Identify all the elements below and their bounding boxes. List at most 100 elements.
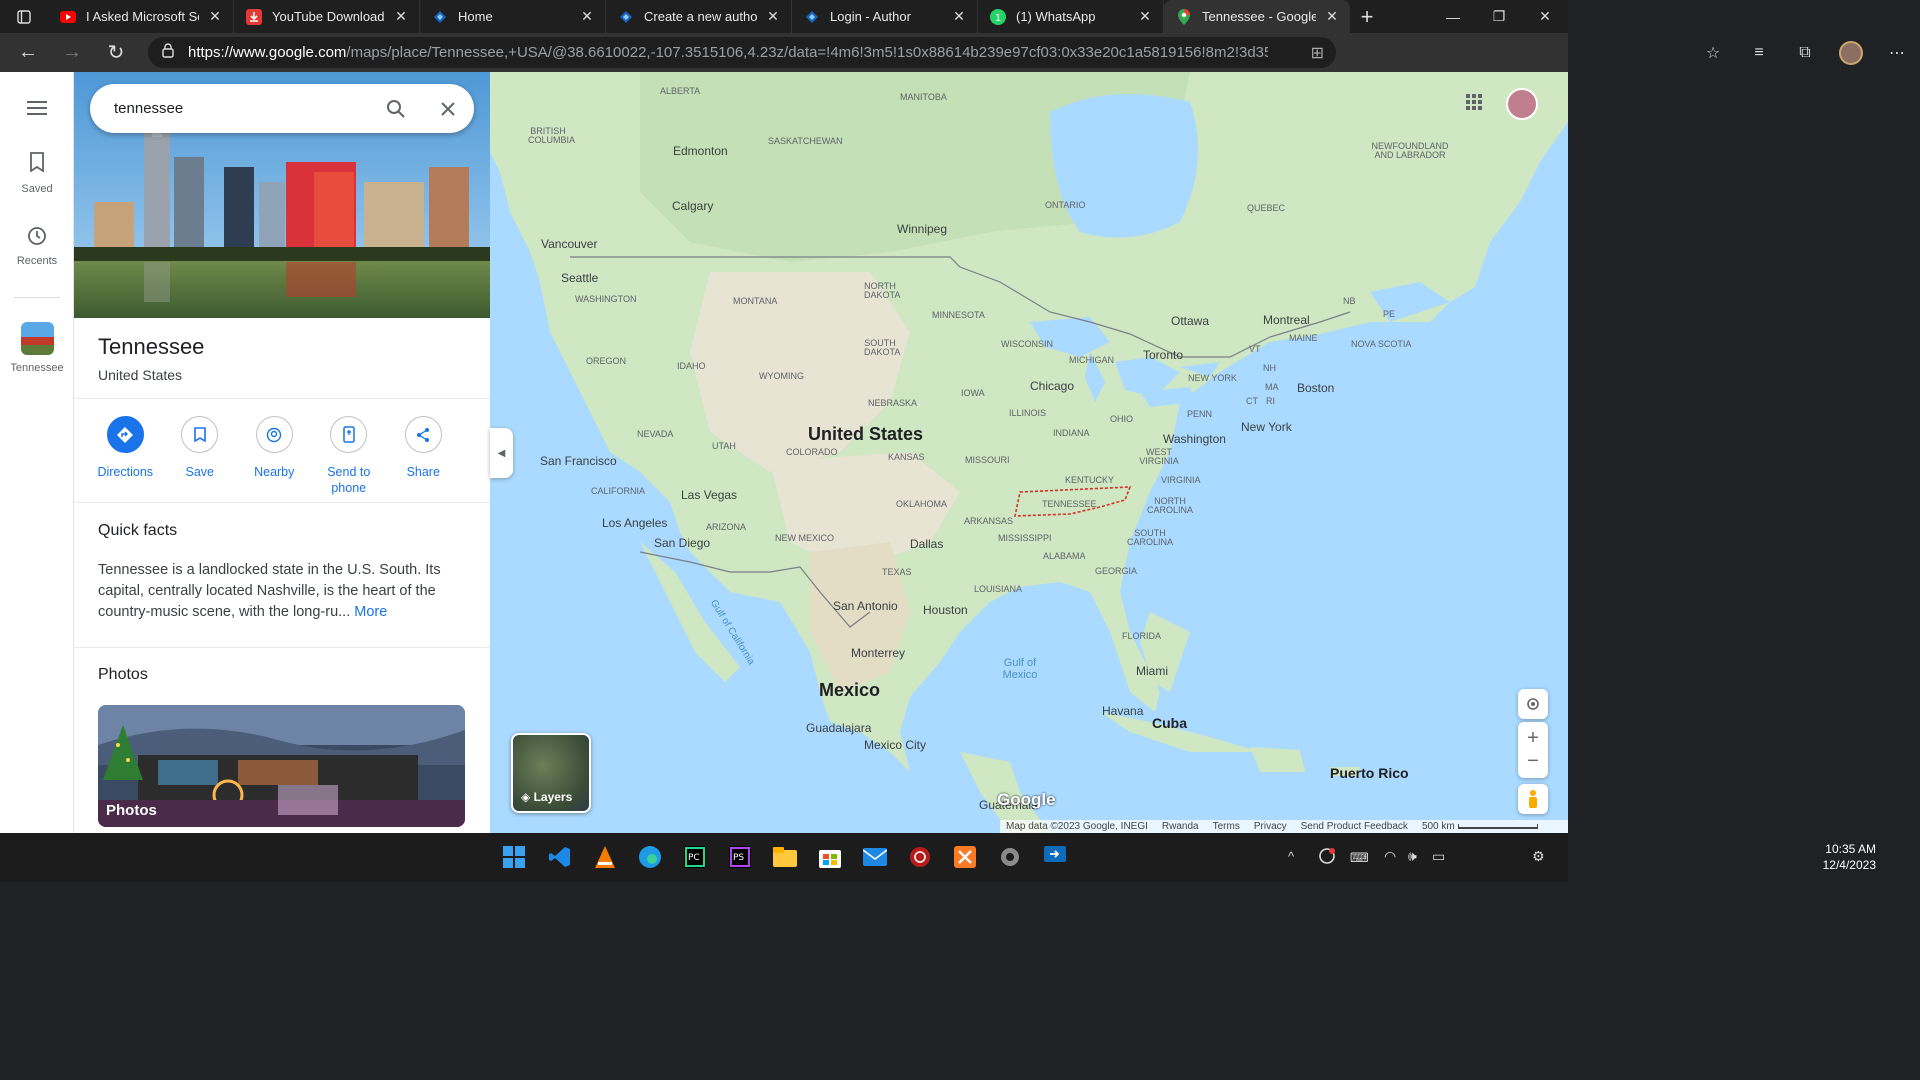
- map-data-credit: Map data ©2023 Google, INEGI: [1006, 821, 1148, 832]
- save-button[interactable]: Save: [163, 416, 238, 496]
- tab-close-icon[interactable]: ✕: [1137, 8, 1153, 25]
- map-label-city: Dallas: [910, 537, 944, 551]
- youtube-icon: [60, 9, 76, 25]
- windows-start-icon[interactable]: [500, 843, 528, 871]
- photos-thumbnail[interactable]: Photos: [98, 705, 465, 827]
- keyboard-icon[interactable]: ⌨: [1350, 850, 1369, 866]
- feedback-link[interactable]: Send Product Feedback: [1301, 821, 1408, 832]
- volume-icon[interactable]: 🕪: [1408, 848, 1417, 865]
- map-label-province: INDIANA: [1053, 428, 1090, 438]
- refresh-icon[interactable]: ↻: [94, 33, 138, 72]
- tab-close-icon[interactable]: ✕: [393, 8, 409, 25]
- recent-place-tennessee[interactable]: Tennessee: [0, 322, 74, 374]
- map-label-province: IOWA: [961, 388, 985, 398]
- favorites-icon[interactable]: ≡: [1736, 33, 1782, 72]
- clear-search-icon[interactable]: [422, 84, 474, 133]
- directions-icon: [106, 416, 144, 453]
- tab-whatsapp[interactable]: 1 (1) WhatsApp ✕: [978, 0, 1164, 33]
- sync-icon[interactable]: [1318, 847, 1336, 870]
- map-label-city: Mexico City: [864, 738, 927, 752]
- map-canvas[interactable]: United States Mexico Cuba Puerto Rico Gu…: [490, 72, 1568, 833]
- hamburger-icon[interactable]: [0, 100, 74, 119]
- tab-close-icon[interactable]: ✕: [579, 8, 595, 25]
- my-location-icon[interactable]: [1518, 689, 1548, 719]
- settings-gear-icon[interactable]: [996, 843, 1024, 871]
- search-box[interactable]: tennessee: [90, 84, 474, 133]
- region-link[interactable]: Rwanda: [1162, 821, 1199, 832]
- directions-button[interactable]: Directions: [88, 416, 163, 496]
- pycharm-icon[interactable]: PC: [681, 843, 709, 871]
- profile-avatar[interactable]: [1828, 33, 1874, 72]
- tab-close-icon[interactable]: ✕: [951, 8, 967, 25]
- tab-close-icon[interactable]: ✕: [765, 8, 781, 25]
- share-button[interactable]: Share: [386, 416, 461, 496]
- map-terrain: [490, 72, 1568, 833]
- tab-youtube-downloader[interactable]: YouTube Downloader ✕: [234, 0, 420, 33]
- map-label-province: MANITOBA: [900, 92, 947, 102]
- recents-button[interactable]: Recents: [0, 226, 74, 267]
- send-to-phone-button[interactable]: Send to phone: [312, 416, 387, 496]
- layers-icon: ◈: [521, 790, 531, 804]
- layers-button[interactable]: ◈ Layers: [511, 733, 591, 813]
- tab-label: I Asked Microsoft Soft: [86, 9, 199, 24]
- mail-icon[interactable]: [861, 843, 889, 871]
- app-available-icon[interactable]: ⊞: [1311, 43, 1324, 63]
- tab-login-author[interactable]: Login - Author ✕: [792, 0, 978, 33]
- settings-more-icon[interactable]: ⋯: [1874, 33, 1920, 72]
- search-icon[interactable]: [370, 84, 422, 133]
- zoom-in-icon[interactable]: +: [1527, 727, 1539, 750]
- tab-home[interactable]: Home ✕: [420, 0, 606, 33]
- zoom-out-icon[interactable]: −: [1527, 750, 1539, 773]
- tray-overflow-icon[interactable]: ^: [1288, 849, 1294, 864]
- map-label-province: NEBRASKA: [868, 398, 918, 408]
- google-logo: Google: [997, 790, 1056, 809]
- battery-icon[interactable]: ▭: [1432, 848, 1445, 865]
- account-avatar[interactable]: [1506, 88, 1538, 120]
- privacy-link[interactable]: Privacy: [1254, 821, 1287, 832]
- phpstorm-icon[interactable]: PS: [726, 843, 754, 871]
- map-label-province: WASHINGTON: [575, 294, 637, 304]
- restore-icon[interactable]: ❐: [1476, 0, 1522, 33]
- wifi-icon[interactable]: ◠: [1384, 848, 1396, 865]
- map-label-province: WISCONSIN: [1001, 339, 1054, 349]
- vlc-icon[interactable]: [591, 843, 619, 871]
- terms-link[interactable]: Terms: [1213, 821, 1240, 832]
- file-explorer-icon[interactable]: [771, 843, 799, 871]
- tab-create-author[interactable]: Create a new author ✕: [606, 0, 792, 33]
- new-tab-icon[interactable]: +: [1350, 4, 1384, 30]
- address-bar[interactable]: https://www.google.com/maps/place/Tennes…: [148, 37, 1336, 68]
- remote-desktop-icon[interactable]: [1041, 843, 1069, 871]
- xampp-icon[interactable]: [951, 843, 979, 871]
- tab-close-icon[interactable]: ✕: [207, 8, 223, 25]
- collections-icon[interactable]: ⧉: [1782, 33, 1828, 72]
- taskbar-clock[interactable]: 10:35 AM 12/4/2023: [1823, 841, 1876, 873]
- forward-arrow-icon[interactable]: →: [50, 33, 94, 72]
- tab-close-icon[interactable]: ✕: [1324, 8, 1340, 25]
- place-thumbnail: [20, 322, 54, 355]
- tab-label: Login - Author: [830, 9, 911, 24]
- minimize-icon[interactable]: —: [1430, 0, 1476, 33]
- vscode-icon[interactable]: [546, 843, 574, 871]
- close-window-icon[interactable]: ✕: [1522, 0, 1568, 33]
- nearby-button[interactable]: Nearby: [237, 416, 312, 496]
- add-favorite-icon[interactable]: ☆: [1690, 33, 1736, 72]
- microsoft-store-icon[interactable]: [816, 843, 844, 871]
- tab-youtube-video[interactable]: I Asked Microsoft Soft ✕: [48, 0, 234, 33]
- back-arrow-icon[interactable]: ←: [6, 33, 50, 72]
- clock-date: 12/4/2023: [1822, 858, 1876, 872]
- saved-button[interactable]: Saved: [0, 152, 74, 195]
- tab-actions-icon[interactable]: [0, 0, 48, 33]
- map-label-city: San Francisco: [540, 454, 617, 468]
- tab-google-maps[interactable]: Tennessee - Google M ✕: [1164, 0, 1350, 33]
- browser-tab-strip: I Asked Microsoft Soft ✕ YouTube Downloa…: [0, 0, 1568, 33]
- notifications-icon[interactable]: ⚙: [1532, 848, 1545, 865]
- search-input[interactable]: tennessee: [114, 100, 370, 117]
- collapse-panel-button[interactable]: ◀: [490, 428, 513, 478]
- more-link[interactable]: More: [354, 604, 387, 620]
- apps-grid-icon[interactable]: [1466, 94, 1482, 115]
- scale-bar[interactable]: 500 km: [1422, 821, 1538, 832]
- edge-browser-icon[interactable]: [636, 843, 664, 871]
- security-app-icon[interactable]: [906, 843, 934, 871]
- map-label-province: NORTH DAKOTA: [864, 281, 901, 300]
- pegman-icon[interactable]: [1518, 784, 1548, 814]
